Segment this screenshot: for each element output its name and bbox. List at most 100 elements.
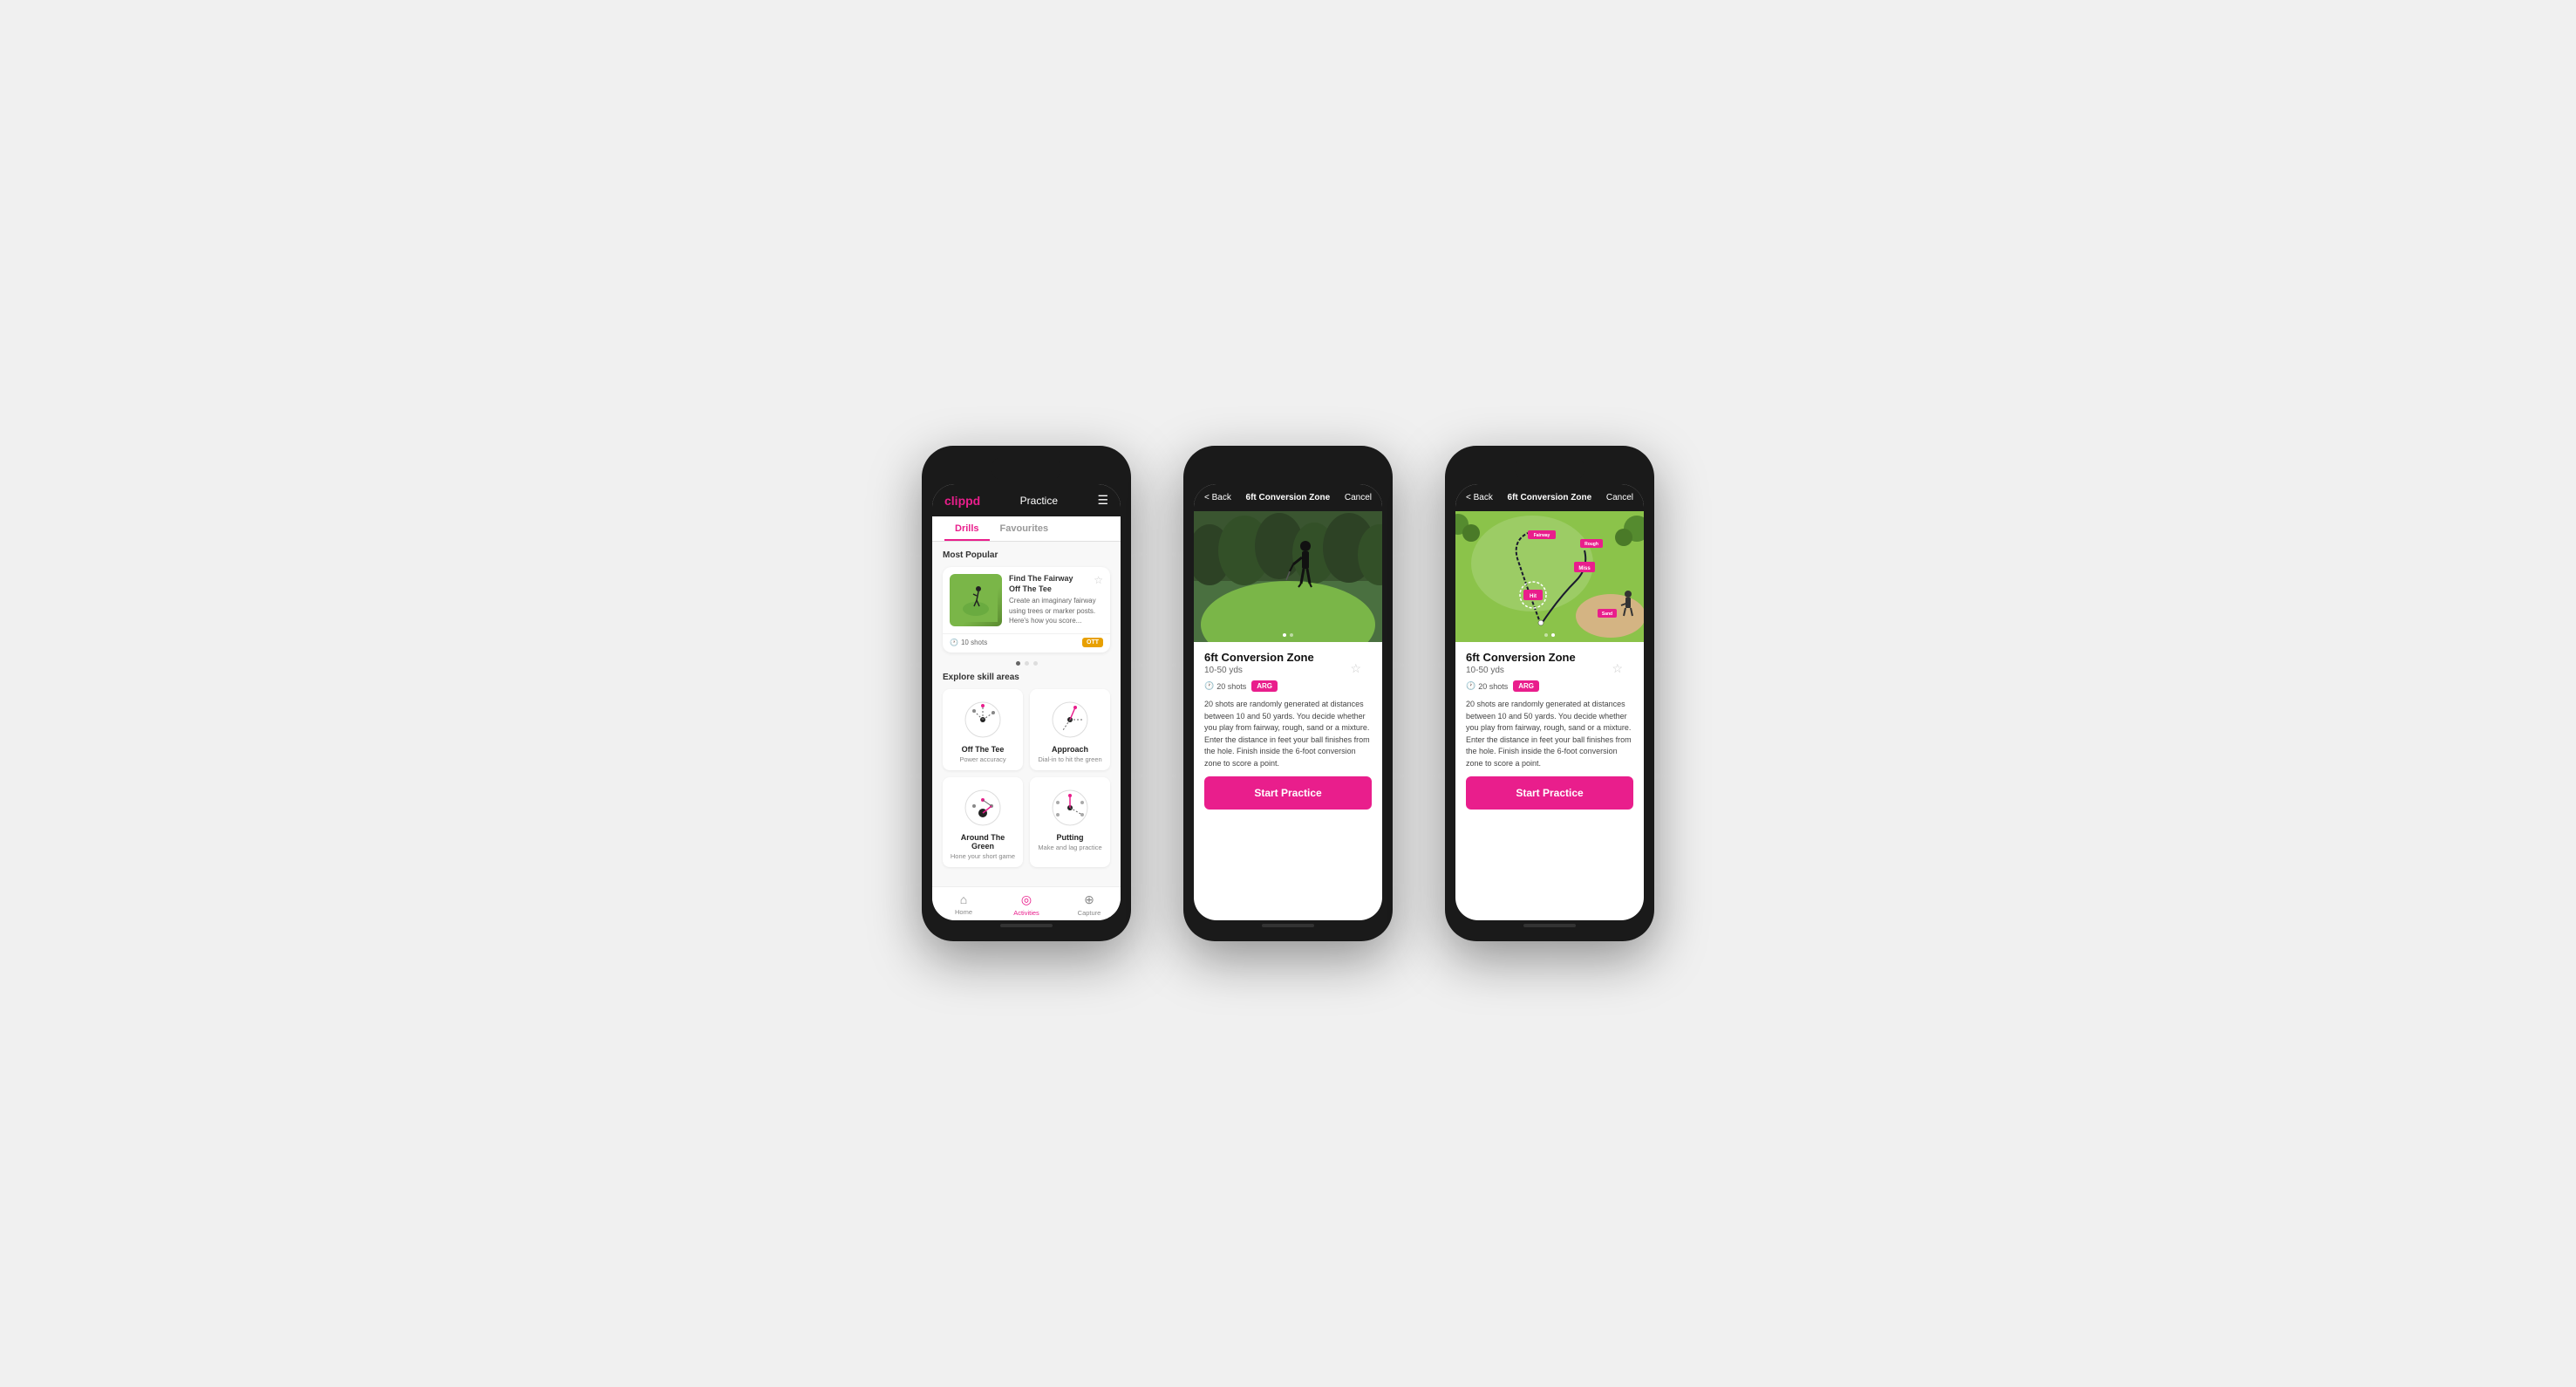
- detail-description-3: 20 shots are randomly generated at dista…: [1466, 699, 1633, 769]
- nav-home-label: Home: [955, 908, 972, 916]
- header-title: Practice: [1020, 495, 1058, 507]
- drill-shots: 🕐 10 shots: [950, 639, 987, 646]
- svg-text:Fairway: Fairway: [1534, 533, 1550, 538]
- map-dot-1: [1544, 633, 1548, 637]
- putting-name: Putting: [1057, 833, 1084, 842]
- drill-info: Find The Fairway Off The Tee ☆ Create an…: [1009, 574, 1103, 626]
- drill-name: Find The Fairway: [1009, 574, 1073, 584]
- home-icon: ⌂: [960, 892, 967, 906]
- nav-activities[interactable]: ◎ Activities: [995, 892, 1058, 917]
- capture-icon: ⊕: [1084, 892, 1094, 907]
- hamburger-icon[interactable]: ☰: [1097, 493, 1108, 508]
- image-dots-2: [1283, 633, 1293, 637]
- detail-star-2[interactable]: ☆: [1350, 661, 1361, 676]
- phone-2-screen: < Back 6ft Conversion Zone Cancel: [1194, 484, 1382, 920]
- tab-drills[interactable]: Drills: [944, 516, 990, 541]
- drill-footer: 🕐 10 shots OTT: [943, 633, 1110, 653]
- scene: clippd Practice ☰ Drills Favourites Most…: [869, 393, 1707, 994]
- phone-2: < Back 6ft Conversion Zone Cancel: [1183, 446, 1393, 941]
- back-button-2[interactable]: < Back: [1204, 493, 1231, 502]
- svg-text:Miss: Miss: [1578, 566, 1591, 571]
- detail-description-2: 20 shots are randomly generated at dista…: [1204, 699, 1372, 769]
- clock-icon: 🕐: [950, 639, 958, 646]
- detail-body-3: 6ft Conversion Zone 10-50 yds 🕐 20 shots…: [1455, 642, 1644, 920]
- detail-header-3: < Back 6ft Conversion Zone Cancel: [1455, 484, 1644, 511]
- detail-drill-title-3: 6ft Conversion Zone: [1466, 651, 1633, 664]
- home-bar-1: [1000, 924, 1053, 927]
- approach-name: Approach: [1052, 745, 1088, 754]
- drill-map: Hit Miss Fairway Rough Sand: [1455, 511, 1644, 642]
- detail-meta-2: 🕐 20 shots ARG: [1204, 680, 1372, 692]
- back-button-3[interactable]: < Back: [1466, 493, 1493, 502]
- svg-text:Sand: Sand: [1602, 612, 1612, 617]
- drill-star[interactable]: ☆: [1094, 574, 1103, 586]
- skill-card-ott[interactable]: Off The Tee Power accuracy: [943, 689, 1023, 770]
- ott-icon: [961, 698, 1005, 741]
- nav-activities-label: Activities: [1013, 909, 1039, 917]
- dot-3: [1033, 661, 1038, 666]
- detail-meta-3: 🕐 20 shots ARG: [1466, 680, 1633, 692]
- cancel-button-2[interactable]: Cancel: [1345, 493, 1372, 502]
- detail-title-3: 6ft Conversion Zone: [1508, 493, 1592, 502]
- atg-desc: Hone your short game: [951, 852, 1015, 860]
- tab-favourites[interactable]: Favourites: [990, 516, 1060, 541]
- image-dots-3: [1544, 633, 1555, 637]
- ott-desc: Power accuracy: [959, 755, 1005, 763]
- putting-desc: Make and lag practice: [1038, 844, 1101, 851]
- start-practice-button-2[interactable]: Start Practice: [1204, 776, 1372, 810]
- approach-desc: Dial-in to hit the green: [1038, 755, 1101, 763]
- carousel-dots: [943, 661, 1110, 666]
- detail-shots-3: 🕐 20 shots: [1466, 681, 1508, 691]
- detail-badge-2: ARG: [1251, 680, 1278, 692]
- dot-2: [1025, 661, 1029, 666]
- detail-title-2: 6ft Conversion Zone: [1246, 493, 1331, 502]
- map-dot-2: [1551, 633, 1555, 637]
- home-bar-3: [1523, 924, 1576, 927]
- skill-card-approach[interactable]: Approach Dial-in to hit the green: [1030, 689, 1110, 770]
- activities-icon: ◎: [1021, 892, 1032, 907]
- atg-icon: [961, 786, 1005, 830]
- skills-section: Explore skill areas: [943, 673, 1110, 867]
- putting-icon: [1048, 786, 1092, 830]
- drill-description: Create an imaginary fairway using trees …: [1009, 596, 1103, 625]
- phone-3-screen: < Back 6ft Conversion Zone Cancel: [1455, 484, 1644, 920]
- phone-1-screen: clippd Practice ☰ Drills Favourites Most…: [932, 484, 1121, 920]
- drill-photo: [1194, 511, 1382, 642]
- detail-drill-distance-3: 10-50 yds: [1466, 666, 1633, 675]
- app-logo: clippd: [944, 494, 980, 508]
- detail-header-2: < Back 6ft Conversion Zone Cancel: [1194, 484, 1382, 511]
- drill-subtitle: Off The Tee: [1009, 584, 1073, 595]
- app-header: clippd Practice ☰: [932, 484, 1121, 516]
- phone-notch: [992, 456, 1061, 481]
- detail-drill-distance-2: 10-50 yds: [1204, 666, 1372, 675]
- detail-badge-3: ARG: [1513, 680, 1539, 692]
- img-dot-2: [1290, 633, 1293, 637]
- detail-top-3: 6ft Conversion Zone 10-50 yds 🕐 20 shots…: [1466, 651, 1633, 692]
- drill-thumbnail: [950, 574, 1002, 626]
- detail-star-3[interactable]: ☆: [1612, 661, 1623, 676]
- most-popular-label: Most Popular: [943, 550, 1110, 560]
- skill-card-putting[interactable]: Putting Make and lag practice: [1030, 777, 1110, 867]
- cancel-button-3[interactable]: Cancel: [1606, 493, 1633, 502]
- clock-icon-3: 🕐: [1466, 681, 1475, 691]
- atg-name: Around The Green: [950, 833, 1016, 851]
- nav-home[interactable]: ⌂ Home: [932, 892, 995, 917]
- phone-3: < Back 6ft Conversion Zone Cancel: [1445, 446, 1654, 941]
- home-bar-2: [1262, 924, 1314, 927]
- svg-text:Hit: Hit: [1530, 594, 1537, 599]
- img-dot-1: [1283, 633, 1286, 637]
- phone-notch-3: [1515, 456, 1584, 481]
- clock-icon-2: 🕐: [1204, 681, 1214, 691]
- phone-1: clippd Practice ☰ Drills Favourites Most…: [922, 446, 1131, 941]
- detail-top-2: 6ft Conversion Zone 10-50 yds 🕐 20 shots…: [1204, 651, 1372, 692]
- start-practice-button-3[interactable]: Start Practice: [1466, 776, 1633, 810]
- dot-1: [1016, 661, 1020, 666]
- nav-capture-label: Capture: [1078, 909, 1101, 917]
- drill-card-find-fairway[interactable]: Find The Fairway Off The Tee ☆ Create an…: [943, 567, 1110, 653]
- detail-body-2: 6ft Conversion Zone 10-50 yds 🕐 20 shots…: [1194, 642, 1382, 920]
- explore-label: Explore skill areas: [943, 673, 1110, 682]
- detail-shots-2: 🕐 20 shots: [1204, 681, 1246, 691]
- nav-capture[interactable]: ⊕ Capture: [1058, 892, 1121, 917]
- skill-card-atg[interactable]: Around The Green Hone your short game: [943, 777, 1023, 867]
- drill-badge: OTT: [1082, 638, 1103, 647]
